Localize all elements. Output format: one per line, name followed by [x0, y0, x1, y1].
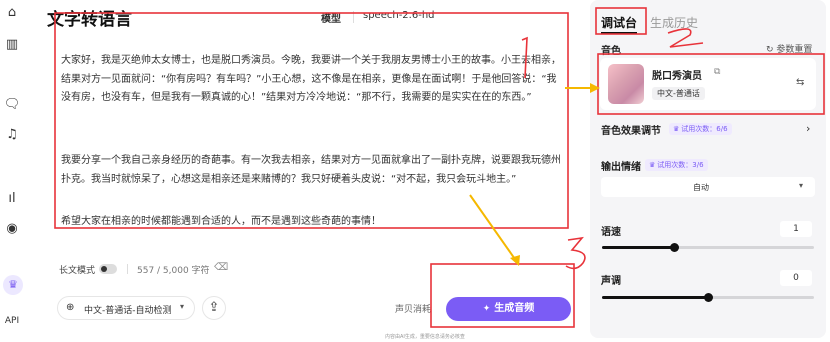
voice-avatar [608, 64, 644, 104]
long-mode-label: 长文模式 [59, 266, 96, 276]
settings-panel: 调试台 生成历史 音色 ↻ 参数重置 脱口秀演员 ⧉ 中文-普通话 ⇆ 音色效果… [590, 0, 826, 338]
editor-paragraph-1: 大家好，我是灭绝帅太女博士，也是脱口秀演员。今晚，我要讲一个关于我朋友男博士小王… [61, 55, 561, 103]
pitch-slider[interactable] [602, 293, 814, 302]
footer-divider [127, 264, 128, 274]
api-link[interactable]: API [1, 316, 23, 326]
speech-icon[interactable]: 🗨 [3, 96, 21, 114]
speed-slider-fill [602, 246, 675, 249]
effect-trial-label: 试用次数：6/6 [681, 125, 728, 133]
pitch-label: 声调 [601, 276, 621, 287]
chevron-right-icon[interactable]: › [806, 122, 810, 135]
sparkle-icon: ✦ [482, 304, 491, 314]
upload-icon: ⇪ [208, 300, 220, 315]
model-selector[interactable]: 模型 speech-2.6-hd [303, 5, 565, 29]
crown-icon: ♛ [673, 125, 680, 133]
left-rail: ⌂ ▥ 🗨 ♫ ıl ◉ ♛ API [0, 0, 26, 342]
voice-language-tag: 中文-普通话 [652, 87, 705, 100]
crown-icon: ♛ [649, 161, 656, 169]
char-count: 557 / 5,000 字符 [137, 266, 210, 276]
pitch-value[interactable]: 0 [780, 270, 812, 286]
voice-section-title: 音色 [601, 46, 621, 57]
ai-disclaimer: 内容由AI生成，重要信息请务必核查 [385, 334, 465, 340]
emotion-select[interactable]: 自动 ▾ [601, 177, 815, 197]
waveform-icon[interactable]: ıl [3, 190, 21, 208]
tab-history[interactable]: 生成历史 [650, 14, 698, 31]
language-select[interactable]: ⊕ 中文-普通话-自动检测 ▾ [57, 296, 195, 320]
generate-audio-button[interactable]: ✦ 生成音频 [446, 297, 571, 321]
tab-console[interactable]: 调试台 [601, 14, 637, 31]
home-icon[interactable]: ⌂ [3, 4, 21, 22]
upload-button[interactable]: ⇪ [202, 296, 226, 320]
reset-params-button[interactable]: ↻ 参数重置 [766, 42, 812, 55]
voice-card[interactable]: 脱口秀演员 ⧉ 中文-普通话 ⇆ [600, 58, 816, 110]
chevron-down-icon: ▾ [799, 181, 804, 190]
generate-label: 生成音频 [494, 303, 535, 314]
app-root: ⌂ ▥ 🗨 ♫ ıl ◉ ♛ API 文字转语言 模型 speech-2.6-h… [0, 0, 830, 342]
language-value: 中文-普通话-自动检测 [84, 306, 172, 316]
model-value: speech-2.6-hd [363, 10, 435, 21]
page-title: 文字转语言 [47, 10, 132, 30]
pitch-slider-knob[interactable] [703, 293, 713, 302]
tab-underline [601, 32, 637, 34]
voice-name: 脱口秀演员 [652, 71, 702, 82]
editor-paragraph-3: 希望大家在相亲的时候都能遇到合适的人，而不是遇到这些奇葩的事情！ [61, 216, 381, 227]
effect-trial-badge: ♛ 试用次数：6/6 [669, 123, 732, 135]
emotion-value: 自动 [693, 183, 709, 192]
speed-slider-knob[interactable] [669, 243, 679, 252]
speed-value[interactable]: 1 [780, 221, 812, 237]
reset-params-label: 参数重置 [776, 45, 813, 55]
music-icon[interactable]: ♫ [3, 126, 21, 144]
long-mode-toggle[interactable] [99, 264, 117, 274]
emotion-section-title: 输出情绪 [601, 162, 641, 173]
chevron-down-icon: ▾ [180, 302, 185, 311]
globe-icon: ⊕ [66, 302, 75, 313]
model-label: 模型 [321, 14, 341, 25]
text-editor[interactable]: 大家好，我是灭绝帅太女博士，也是脱口秀演员。今晚，我要讲一个关于我朋友男博士小王… [55, 40, 565, 250]
copy-icon[interactable]: ⧉ [714, 67, 720, 77]
effect-section-title: 音色效果调节 [601, 126, 661, 137]
bars-icon[interactable]: ▥ [3, 36, 21, 54]
speed-slider[interactable] [602, 243, 814, 252]
speed-label: 语速 [601, 227, 621, 238]
reset-icon: ↻ [766, 45, 777, 55]
swap-icon[interactable]: ⇆ [796, 77, 804, 88]
broadcast-icon[interactable]: ◉ [3, 220, 21, 238]
editor-paragraph-2: 我要分享一个我自己亲身经历的奇葩事。有一次我去相亲，结果对方一见面就拿出了一副扑… [61, 155, 561, 185]
shell-cost-label: 声贝消耗 [395, 305, 432, 315]
crown-icon[interactable]: ♛ [3, 275, 23, 295]
emotion-trial-label: 试用次数：3/6 [657, 161, 704, 169]
pitch-slider-fill [602, 296, 708, 299]
eraser-icon[interactable]: ⌫ [214, 262, 228, 273]
annotation-digit-3-stroke [565, 236, 586, 270]
emotion-trial-badge: ♛ 试用次数：3/6 [645, 159, 708, 171]
annotation-arrowhead-2 [510, 255, 520, 266]
model-divider [353, 11, 354, 23]
